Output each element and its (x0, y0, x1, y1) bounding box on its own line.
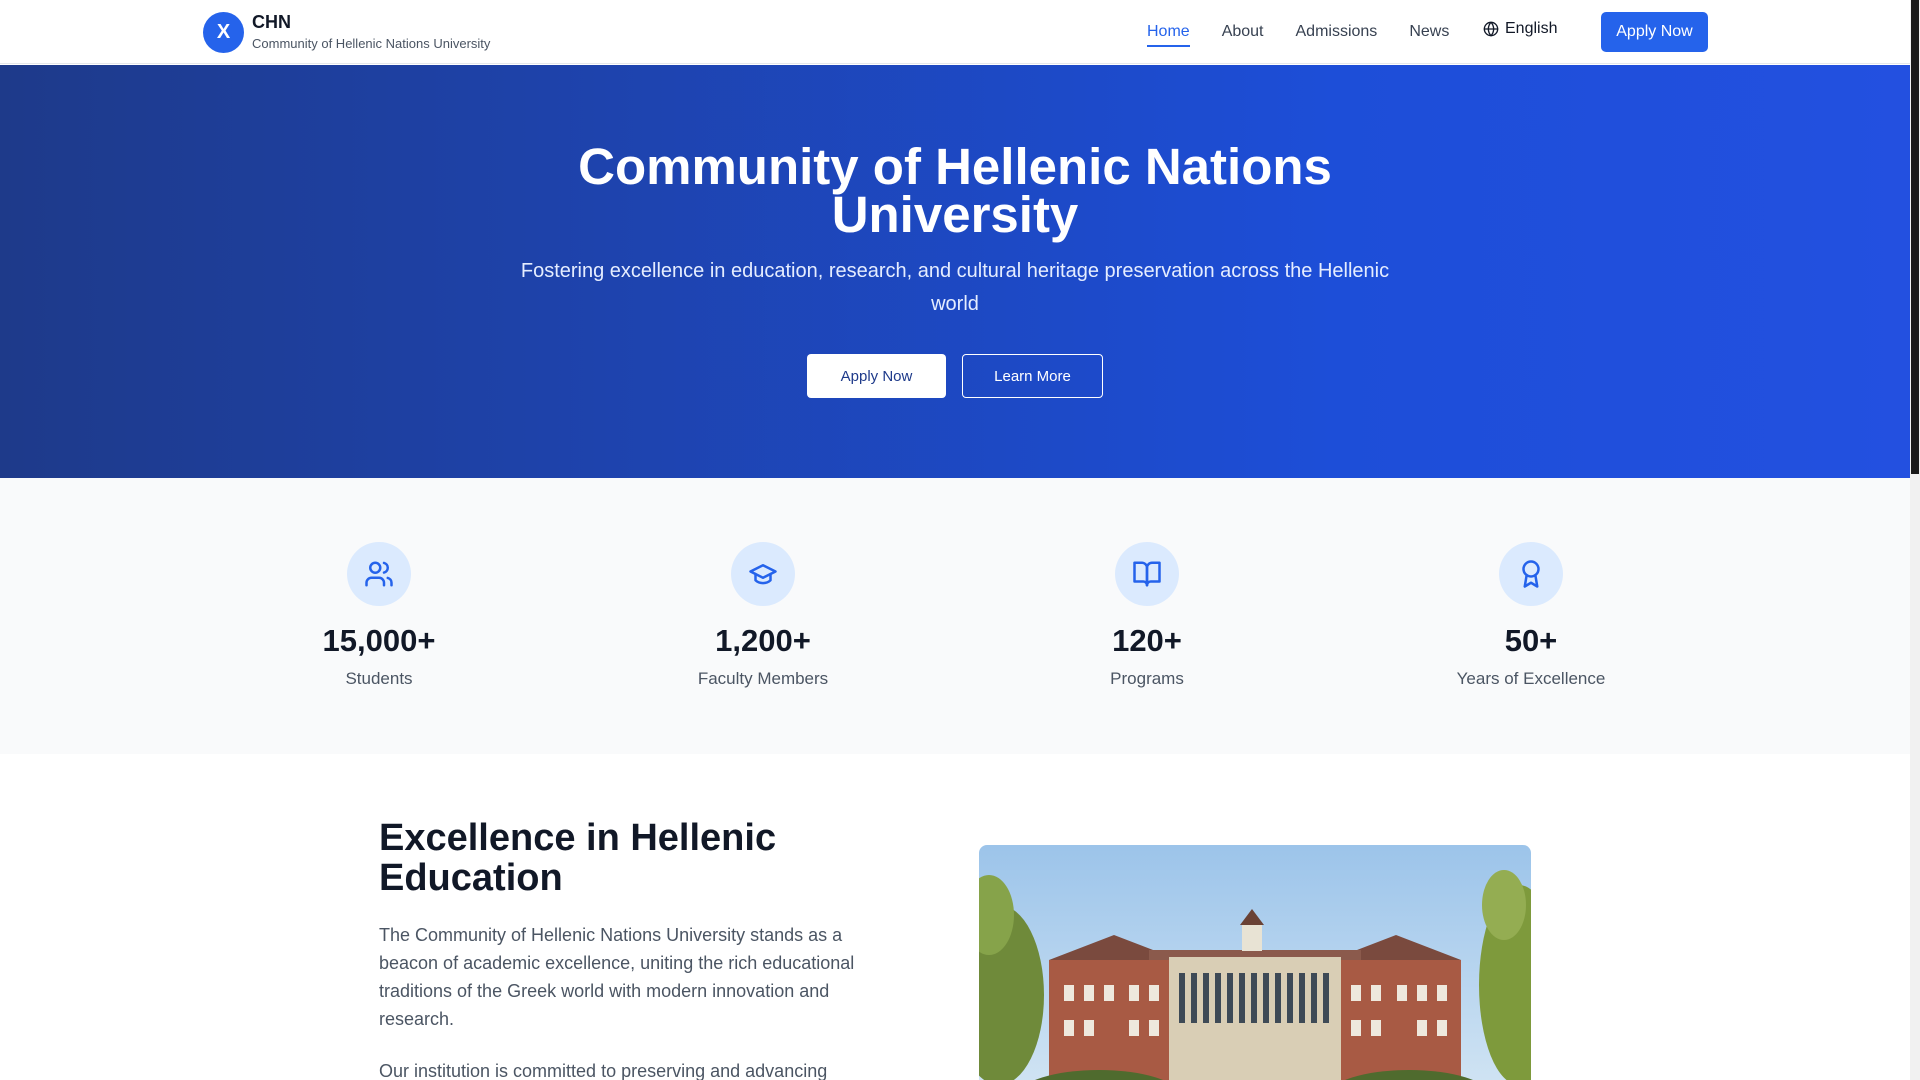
award-icon (1522, 560, 1540, 588)
graduation-cap-icon (749, 564, 777, 585)
campus-building-image (979, 845, 1531, 1080)
stat-years: 50+ Years of Excellence (1401, 542, 1661, 690)
hero-title-line2: University (831, 186, 1079, 243)
stat-label: Faculty Members (697, 669, 829, 688)
page: X CHN Community of Hellenic Nations Univ… (0, 0, 1920, 1080)
language-switcher[interactable]: English (1483, 20, 1557, 38)
brand[interactable]: X CHN Community of Hellenic Nations Univ… (203, 11, 490, 53)
apply-now-button[interactable]: Apply Now (807, 354, 946, 398)
stat-faculty: 1,200+ Faculty Members (633, 542, 893, 690)
nav-link-news[interactable]: News (1409, 17, 1449, 47)
nav-link-home[interactable]: Home (1147, 17, 1190, 47)
stat-label: Years of Excellence (1456, 669, 1606, 688)
brand-short-name: CHN (252, 12, 291, 32)
hero-subtitle: Fostering excellence in education, resea… (520, 260, 1390, 315)
globe-icon (1483, 21, 1499, 37)
stats-section: 15,000+ Students 1,200+ Faculty Members … (0, 478, 1910, 754)
stat-programs: 120+ Programs (1017, 542, 1277, 690)
page-scrollbar[interactable] (1910, 0, 1920, 1080)
about-title: Excellence in Hellenic Education (379, 817, 777, 899)
nav-link-about[interactable]: About (1222, 17, 1264, 47)
stat-value: 1,200+ (715, 623, 811, 658)
stat-value: 50+ (1504, 623, 1558, 658)
stat-label: Programs (1110, 669, 1184, 688)
about-paragraph: The Community of Hellenic Nations Univer… (379, 925, 855, 1029)
site-header: X CHN Community of Hellenic Nations Univ… (0, 0, 1910, 64)
language-label: English (1505, 20, 1558, 37)
learn-more-button[interactable]: Learn More (962, 354, 1103, 398)
stat-icon-circle (347, 542, 411, 606)
stat-value: 15,000+ (322, 623, 436, 658)
scrollbar-thumb[interactable] (1911, 0, 1919, 474)
brand-logo[interactable]: X (203, 11, 244, 53)
stat-label: Students (345, 669, 413, 688)
brand-full-name: Community of Hellenic Nations University (252, 36, 491, 51)
hero-section: Community of Hellenic Nations University… (0, 65, 1910, 478)
users-icon (365, 561, 393, 587)
hero-buttons: Apply Now Learn More (0, 354, 1910, 398)
campus-building-illustration (979, 845, 1531, 1080)
apply-now-header-button[interactable]: Apply Now (1601, 12, 1708, 52)
brand-text: CHN Community of Hellenic Nations Univer… (252, 11, 490, 53)
stat-students: 15,000+ Students (249, 542, 509, 690)
hero-title: Community of Hellenic Nations University (0, 141, 1910, 240)
nav-link-admissions[interactable]: Admissions (1296, 17, 1378, 47)
stat-icon-circle (1115, 542, 1179, 606)
about-paragraph: Our institution is committed to preservi… (379, 1061, 828, 1080)
book-open-icon (1133, 561, 1161, 587)
stat-icon-circle (731, 542, 795, 606)
main-nav: Home About Admissions News (1147, 0, 1481, 64)
stat-icon-circle (1499, 542, 1563, 606)
stat-value: 120+ (1112, 623, 1182, 658)
